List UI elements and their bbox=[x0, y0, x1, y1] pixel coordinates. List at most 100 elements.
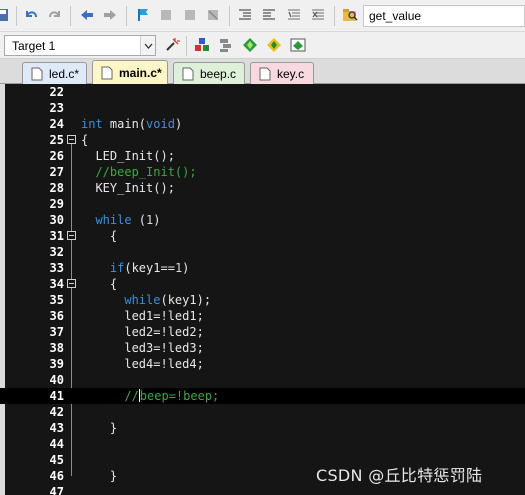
line-number: 45 bbox=[49, 453, 64, 467]
code-line[interactable]: 42 bbox=[0, 404, 525, 420]
find-combo[interactable]: get_value bbox=[363, 5, 525, 27]
fold-toggle[interactable] bbox=[67, 279, 76, 288]
tab-key-c-label: key.c bbox=[277, 66, 305, 81]
line-number: 33 bbox=[49, 261, 64, 275]
tab-key-c[interactable]: key.c bbox=[250, 62, 314, 84]
build-toolbar: Target 1 bbox=[0, 32, 525, 59]
target-select[interactable]: Target 1 bbox=[4, 35, 156, 56]
code-line[interactable]: 31 { bbox=[0, 228, 525, 244]
select-packs-icon[interactable] bbox=[265, 36, 283, 54]
comment-icon[interactable] bbox=[285, 6, 303, 24]
line-number: 23 bbox=[49, 101, 64, 115]
find-in-files-icon[interactable] bbox=[341, 6, 359, 24]
watermark: CSDN @丘比特惩罚陆 bbox=[316, 466, 483, 485]
code-text: LED_Init(); bbox=[81, 149, 175, 163]
save-icon[interactable] bbox=[0, 6, 12, 24]
code-line[interactable]: 28 KEY_Init(); bbox=[0, 180, 525, 196]
code-line[interactable]: 37 led2=!led2; bbox=[0, 324, 525, 340]
line-number: 47 bbox=[49, 485, 64, 495]
line-number: 43 bbox=[49, 421, 64, 435]
nav-back-icon[interactable] bbox=[78, 6, 96, 24]
code-text: { bbox=[81, 133, 89, 147]
code-line[interactable]: 23 bbox=[0, 100, 525, 116]
chevron-down-icon[interactable] bbox=[140, 36, 155, 55]
code-line[interactable]: 30 while (1) bbox=[0, 212, 525, 228]
code-line[interactable]: 27 //beep_Init(); bbox=[0, 164, 525, 180]
document-icon bbox=[259, 67, 271, 80]
bookmark-icon[interactable] bbox=[134, 6, 152, 24]
line-number: 25 bbox=[49, 133, 64, 147]
code-comment: //beep=!beep; bbox=[81, 389, 220, 403]
code-line[interactable]: 36 led1=!led1; bbox=[0, 308, 525, 324]
code-line[interactable]: 34 { bbox=[0, 276, 525, 292]
code-text: led4=!led4; bbox=[81, 357, 204, 371]
manage-components-icon[interactable] bbox=[217, 36, 235, 54]
line-number: 35 bbox=[49, 293, 64, 307]
code-line[interactable]: 24 int main(void) bbox=[0, 116, 525, 132]
tab-beep-c-label: beep.c bbox=[200, 66, 237, 81]
fold-toggle[interactable] bbox=[67, 135, 76, 144]
code-line[interactable]: 22 bbox=[0, 84, 525, 100]
code-line[interactable]: 25 { bbox=[0, 132, 525, 148]
file-extensions-icon[interactable] bbox=[193, 36, 211, 54]
uncomment-icon[interactable] bbox=[309, 6, 327, 24]
line-number: 34 bbox=[49, 277, 64, 291]
prev-bookmark-icon[interactable] bbox=[157, 6, 175, 24]
document-icon bbox=[101, 66, 113, 79]
code-line[interactable]: 35 while(key1); bbox=[0, 292, 525, 308]
code-line[interactable]: 38 led3=!led3; bbox=[0, 340, 525, 356]
code-comment: //beep_Init(); bbox=[81, 165, 197, 179]
code-line[interactable]: 29 bbox=[0, 196, 525, 212]
line-number: 39 bbox=[49, 357, 64, 371]
line-number: 36 bbox=[49, 309, 64, 323]
current-code-line[interactable]: 41 //beep=!beep; bbox=[0, 388, 525, 404]
pack-installer-icon[interactable] bbox=[241, 36, 259, 54]
code-text: while (1) bbox=[95, 213, 161, 227]
text-caret bbox=[138, 389, 140, 402]
line-number: 32 bbox=[49, 245, 64, 259]
code-text: if(key1==1) bbox=[109, 261, 190, 275]
line-number: 40 bbox=[49, 373, 64, 387]
code-editor[interactable]: 22 23 24 int main(void) 25 { 26 LED_Init… bbox=[0, 84, 525, 495]
nav-forward-icon[interactable] bbox=[101, 6, 119, 24]
redo-icon[interactable] bbox=[46, 6, 64, 24]
code-line[interactable]: 32 bbox=[0, 244, 525, 260]
code-line[interactable]: 44 bbox=[0, 436, 525, 452]
code-line[interactable]: 26 LED_Init(); bbox=[0, 148, 525, 164]
line-number: 38 bbox=[49, 341, 64, 355]
code-text: KEY_Init(); bbox=[81, 181, 175, 195]
line-number: 27 bbox=[49, 165, 64, 179]
indent-icon[interactable] bbox=[236, 6, 254, 24]
line-number: 26 bbox=[49, 149, 64, 163]
software-packs-icon[interactable] bbox=[289, 36, 307, 54]
code-text: } bbox=[81, 421, 118, 435]
tab-main-c[interactable]: main.c* bbox=[92, 60, 168, 84]
fold-toggle[interactable] bbox=[67, 231, 76, 240]
line-number: 29 bbox=[49, 197, 64, 211]
line-number: 24 bbox=[49, 117, 64, 131]
code-line[interactable]: 33 if(key1==1) bbox=[0, 260, 525, 276]
next-bookmark-icon[interactable] bbox=[181, 6, 199, 24]
code-text: { bbox=[81, 229, 118, 243]
line-number: 30 bbox=[49, 213, 64, 227]
code-text: led2=!led2; bbox=[81, 325, 204, 339]
line-number: 44 bbox=[49, 437, 64, 451]
line-number: 46 bbox=[49, 469, 64, 483]
tab-main-c-label: main.c* bbox=[119, 65, 162, 80]
undo-icon[interactable] bbox=[22, 6, 40, 24]
code-line[interactable]: 43 } bbox=[0, 420, 525, 436]
target-options-icon[interactable] bbox=[163, 36, 181, 54]
line-number: 42 bbox=[49, 405, 64, 419]
document-icon bbox=[31, 67, 43, 80]
line-number: 41 bbox=[49, 389, 64, 403]
find-combo-value: get_value bbox=[369, 9, 422, 23]
line-number: 28 bbox=[49, 181, 64, 195]
clear-bookmarks-icon[interactable] bbox=[204, 6, 222, 24]
code-text: } bbox=[81, 469, 118, 483]
tab-beep-c[interactable]: beep.c bbox=[173, 62, 245, 84]
unindent-icon[interactable] bbox=[260, 6, 278, 24]
tab-led-c[interactable]: led.c* bbox=[22, 62, 87, 84]
code-line[interactable]: 40 bbox=[0, 372, 525, 388]
code-line[interactable]: 39 led4=!led4; bbox=[0, 356, 525, 372]
code-text: while(key1); bbox=[124, 293, 212, 307]
